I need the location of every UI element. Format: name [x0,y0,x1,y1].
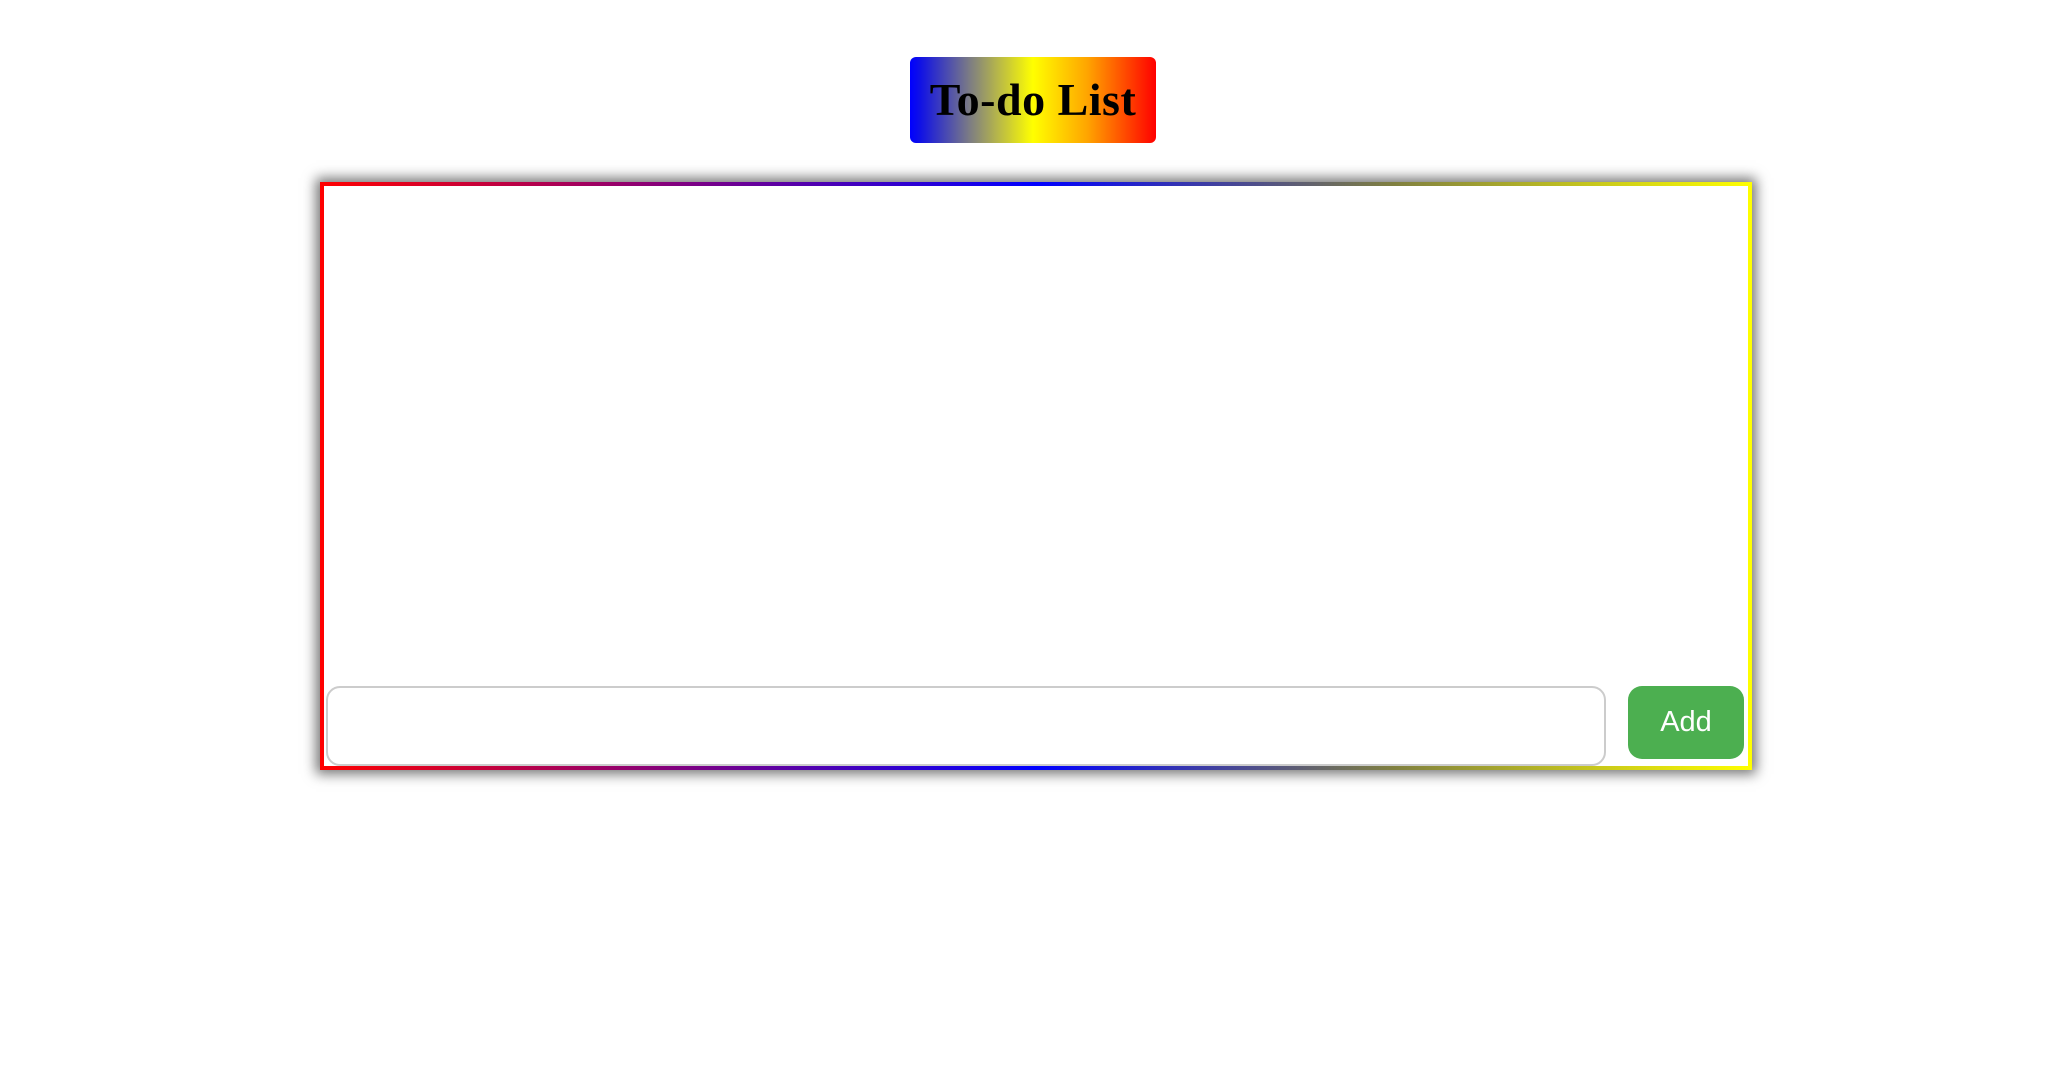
page-title: To-do List [929,74,1137,125]
todo-container: Add [320,182,1752,770]
title-banner: To-do List [910,57,1156,143]
add-button[interactable]: Add [1628,686,1744,759]
todo-panel: Add [324,186,1748,766]
todo-list [324,186,1748,682]
task-input[interactable] [326,686,1606,766]
